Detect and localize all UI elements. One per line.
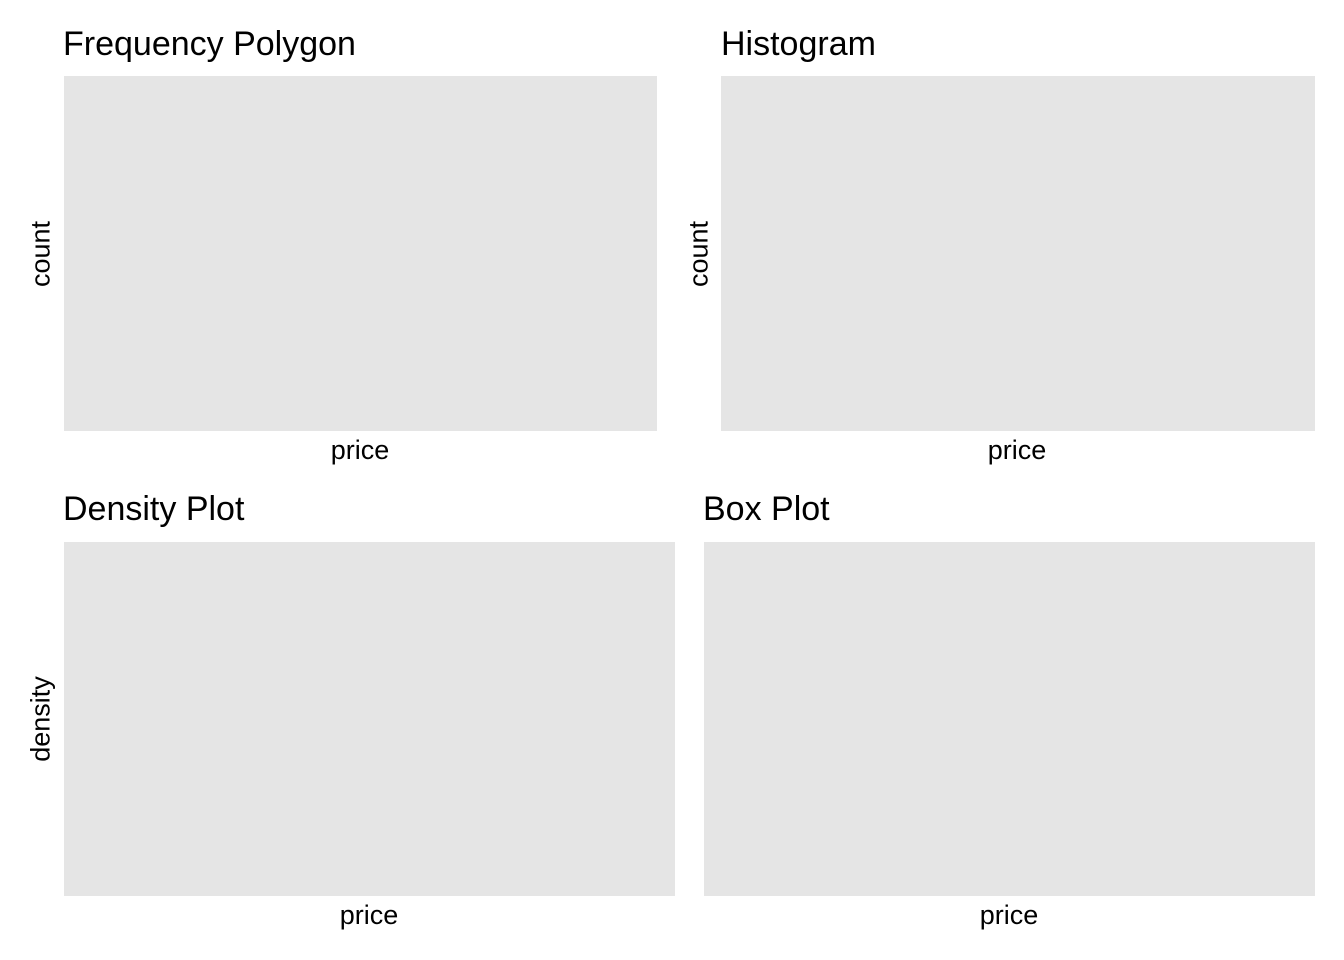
box-plot-title: Box Plot	[703, 490, 830, 528]
box-plot-x-axis-label: price	[979, 900, 1039, 930]
histogram-y-axis-label: count	[683, 220, 714, 288]
histogram-title: Histogram	[721, 25, 876, 63]
histogram-plot-area	[721, 76, 1315, 431]
density-plot-y-axis-label: density	[25, 676, 56, 762]
frequency-polygon-y-axis-label: count	[25, 220, 56, 288]
frequency-polygon-x-axis-label: price	[330, 435, 390, 465]
box-plot-plot-area	[704, 542, 1315, 896]
histogram-x-axis-label: price	[987, 435, 1047, 465]
frequency-polygon-plot-area	[64, 76, 657, 431]
frequency-polygon-title: Frequency Polygon	[63, 25, 356, 63]
density-plot-plot-area	[64, 542, 675, 896]
density-plot-x-axis-label: price	[339, 900, 399, 930]
density-plot-title: Density Plot	[63, 490, 245, 528]
